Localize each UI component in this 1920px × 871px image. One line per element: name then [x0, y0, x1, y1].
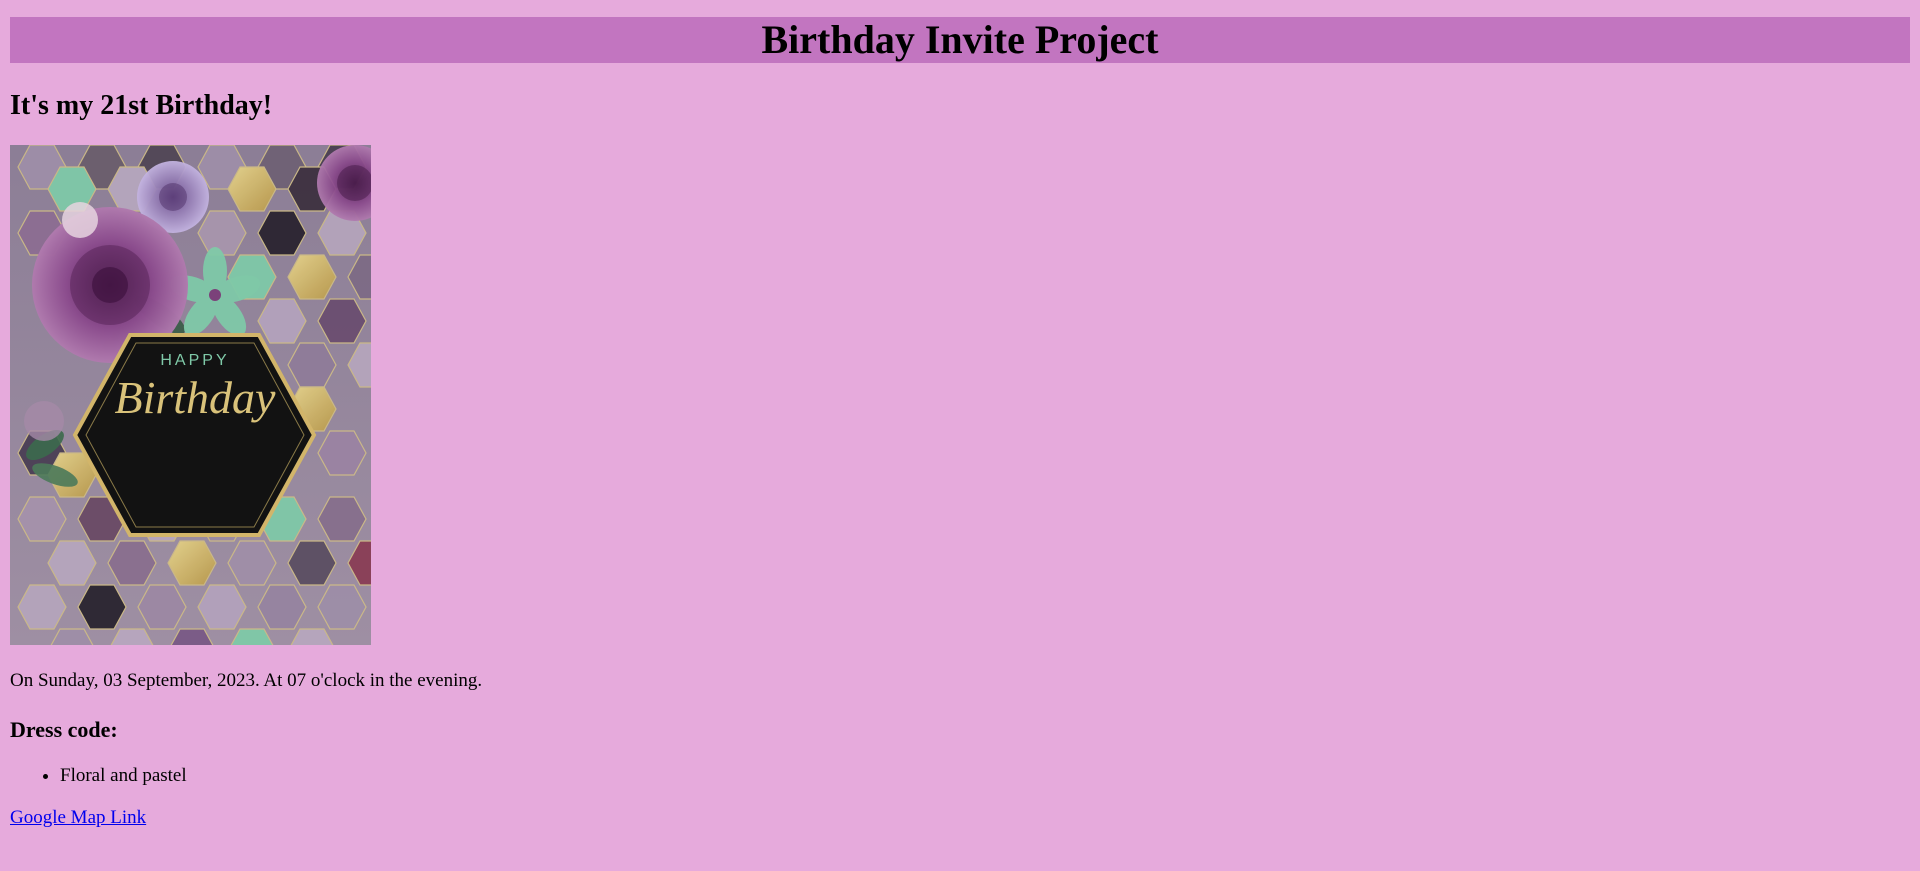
happy-label: HAPPY	[160, 352, 229, 369]
google-map-link[interactable]: Google Map Link	[10, 807, 146, 829]
birthday-heading: It's my 21st Birthday!	[10, 90, 273, 121]
dress-code-item: Floral and pastel	[60, 765, 1910, 787]
dress-code-list: Floral and pastel	[10, 765, 1910, 787]
page: Birthday Invite Project It's my 21st Bir…	[0, 17, 1920, 829]
header-bar: Birthday Invite Project	[10, 17, 1910, 63]
birthday-card-illustration: HAPPY Birthday	[10, 145, 371, 645]
birthday-label: Birthday	[115, 372, 277, 423]
event-datetime: On Sunday, 03 September, 2023. At 07 o'c…	[10, 670, 483, 691]
birthday-card-image: HAPPY Birthday	[10, 145, 371, 645]
dress-code-heading: Dress code:	[10, 717, 118, 742]
page-title: Birthday Invite Project	[761, 17, 1159, 62]
